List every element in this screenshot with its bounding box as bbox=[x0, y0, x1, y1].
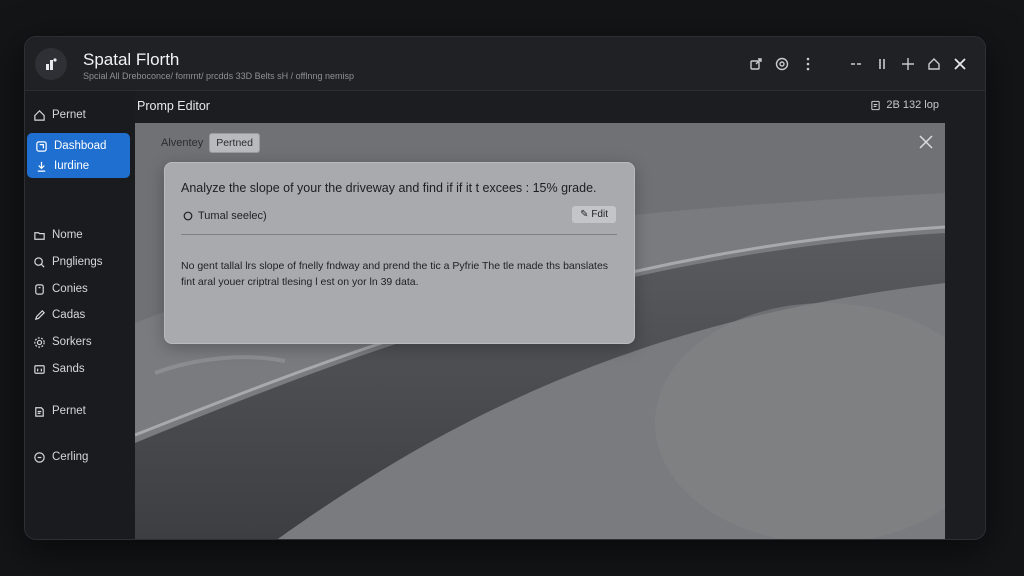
edit-button[interactable]: ✎ Fdit bbox=[572, 206, 616, 223]
tab-alventey[interactable]: Alventey bbox=[161, 137, 203, 149]
divider bbox=[181, 234, 617, 235]
minimize-icon[interactable] bbox=[843, 51, 869, 77]
sidebar-item-label: Sorkers bbox=[52, 336, 92, 348]
edit-button-label: Fdit bbox=[591, 209, 608, 220]
prompt-option-label: Tumal seelec) bbox=[198, 210, 267, 222]
prompt-body: No gent tallal lrs slope of fnelly fndwa… bbox=[181, 260, 609, 288]
app-subtitle: Spcial All Dreboconce/ fomrnt/ prcdds 33… bbox=[83, 71, 354, 81]
sidebar-item-pernet-2[interactable]: Pernet bbox=[33, 400, 86, 422]
editor-title: Promp Editor bbox=[137, 99, 210, 113]
folder-icon bbox=[34, 231, 45, 240]
app-logo-icon bbox=[35, 48, 67, 80]
grid-icon bbox=[34, 364, 45, 374]
sidebar-item-sands[interactable]: Sands bbox=[33, 358, 85, 380]
sidebar-item-sorkers[interactable]: Sorkers bbox=[33, 331, 92, 353]
sidebar-item-label: Cadas bbox=[52, 309, 86, 321]
settings-icon[interactable] bbox=[769, 51, 795, 77]
sidebar-item-cerling[interactable]: Cerling bbox=[33, 446, 88, 468]
app-window: Spatal Florth Spcial All Dreboconce/ fom… bbox=[24, 36, 986, 540]
radio-icon[interactable] bbox=[183, 211, 193, 221]
close-icon[interactable] bbox=[917, 133, 935, 151]
editor-meta-text: 2B 132 lop bbox=[886, 99, 939, 111]
home-icon[interactable] bbox=[921, 51, 947, 77]
window-controls bbox=[743, 51, 973, 77]
sidebar-item-label: Pernet bbox=[52, 405, 86, 417]
editor-workspace: Alventey Pertned Analyze the slope of yo… bbox=[135, 123, 945, 539]
sidebar-item-label: Cerling bbox=[52, 451, 89, 463]
search-icon bbox=[34, 256, 45, 268]
sidebar-item-label: Pngliengs bbox=[52, 256, 103, 268]
sidebar-item-label: Dashboad bbox=[54, 140, 107, 152]
pencil-icon: ✎ bbox=[580, 209, 592, 220]
document-icon bbox=[871, 100, 881, 110]
sidebar: Pernet Dashboad Iurdine Nome Pngliengs C… bbox=[25, 91, 135, 539]
layers-icon bbox=[35, 406, 44, 417]
prompt-heading: Analyze the slope of your the driveway a… bbox=[181, 181, 597, 195]
sidebar-item-dashboad[interactable]: Dashboad bbox=[35, 135, 106, 157]
sidebar-item-label: Iurdine bbox=[54, 160, 90, 172]
download-icon bbox=[37, 161, 46, 172]
dashboard-icon bbox=[36, 140, 47, 152]
sidebar-item-label: Conies bbox=[52, 283, 88, 295]
sidebar-item-pernet[interactable]: Pernet bbox=[33, 104, 86, 126]
gear-icon bbox=[34, 336, 45, 348]
sidebar-item-nome[interactable]: Nome bbox=[33, 224, 83, 246]
sidebar-item-cadas[interactable]: Cadas bbox=[33, 304, 85, 326]
sidebar-item-conies[interactable]: Conies bbox=[33, 278, 88, 300]
title-bar: Spatal Florth Spcial All Dreboconce/ fom… bbox=[25, 37, 985, 91]
edit-icon bbox=[34, 309, 45, 320]
pause-icon[interactable] bbox=[869, 51, 895, 77]
sidebar-active-group: Dashboad Iurdine bbox=[27, 133, 130, 178]
close-icon[interactable] bbox=[947, 51, 973, 77]
sidebar-item-pngliengs[interactable]: Pngliengs bbox=[33, 251, 103, 273]
prompt-card: Analyze the slope of your the driveway a… bbox=[164, 162, 635, 344]
home-icon bbox=[34, 109, 45, 121]
tab-bar: Alventey Pertned bbox=[161, 133, 260, 153]
prompt-option[interactable]: Tumal seelec) bbox=[183, 210, 267, 222]
sidebar-item-label: Sands bbox=[52, 363, 85, 375]
tab-pertned[interactable]: Pertned bbox=[209, 133, 260, 153]
circle-icon bbox=[34, 451, 45, 463]
app-title: Spatal Florth bbox=[83, 50, 180, 69]
sidebar-item-iurdine[interactable]: Iurdine bbox=[35, 155, 89, 177]
sidebar-item-label: Nome bbox=[52, 229, 83, 241]
copy-icon bbox=[35, 283, 44, 295]
more-vertical-icon[interactable] bbox=[795, 51, 821, 77]
sidebar-item-label: Pernet bbox=[52, 109, 86, 121]
move-icon[interactable] bbox=[895, 51, 921, 77]
editor-meta: 2B 132 lop bbox=[870, 99, 939, 111]
share-icon[interactable] bbox=[743, 51, 769, 77]
